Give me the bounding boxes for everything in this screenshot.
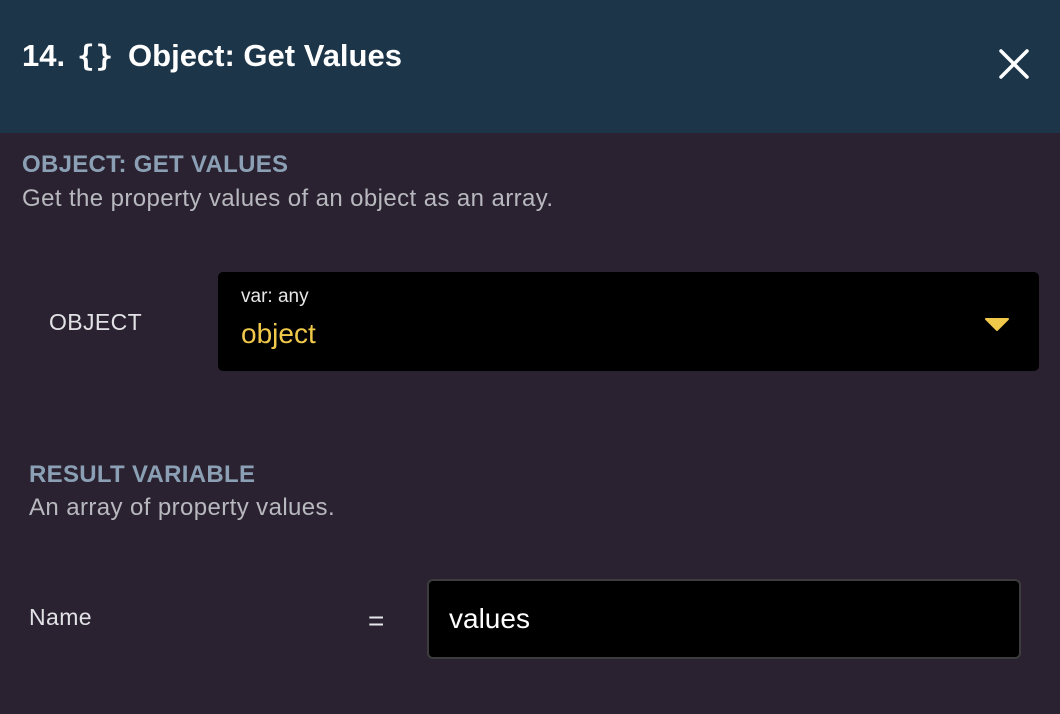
equals-sign: = bbox=[368, 605, 385, 636]
caret-down-icon bbox=[985, 318, 1009, 331]
dialog-title: 14. {} Object: Get Values bbox=[22, 34, 402, 78]
braces-icon: {} bbox=[77, 39, 115, 73]
variable-type-label: var: any bbox=[241, 286, 309, 307]
close-icon bbox=[999, 49, 1029, 79]
close-button[interactable] bbox=[994, 44, 1034, 84]
name-label: Name bbox=[29, 604, 92, 630]
block-description: Get the property values of an object as … bbox=[22, 185, 554, 212]
result-name-input[interactable] bbox=[427, 579, 1021, 659]
step-number: 14. bbox=[22, 38, 66, 73]
dialog-title-text: Object: Get Values bbox=[128, 38, 402, 73]
object-variable-select[interactable]: var: any object bbox=[218, 272, 1039, 371]
variable-value: object bbox=[241, 318, 316, 349]
result-heading: RESULT VARIABLE bbox=[29, 461, 256, 488]
dialog-header: 14. {} Object: Get Values bbox=[0, 0, 1060, 133]
object-field-label: OBJECT bbox=[49, 309, 143, 335]
result-description: An array of property values. bbox=[29, 494, 336, 521]
block-heading: OBJECT: GET VALUES bbox=[22, 151, 289, 178]
